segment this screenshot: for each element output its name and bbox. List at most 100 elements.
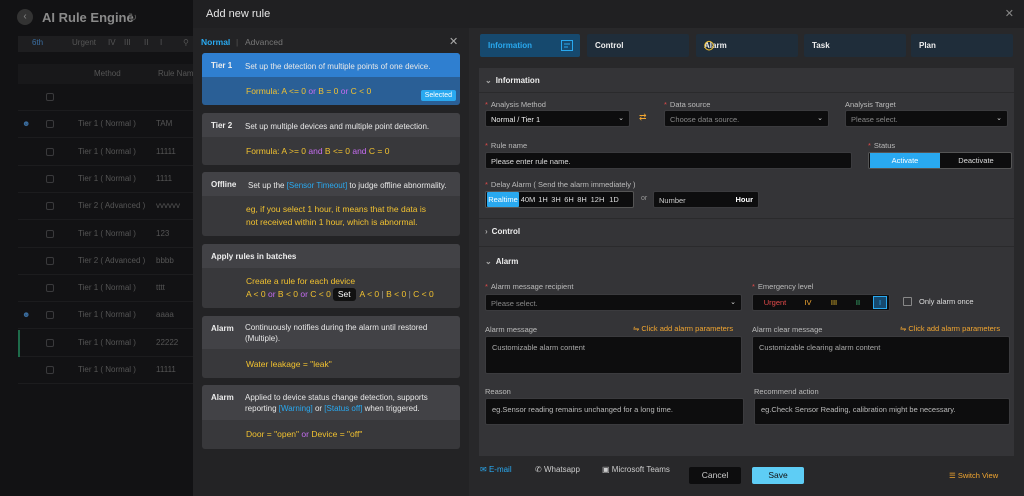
alarm-message-textarea[interactable]: Customizable alarm content: [485, 336, 742, 374]
delay-option[interactable]: 3H: [550, 192, 562, 207]
row-checkbox[interactable]: [46, 229, 54, 238]
close-icon[interactable]: ✕: [1005, 7, 1014, 20]
row-checkbox[interactable]: [46, 120, 54, 129]
row-checkbox[interactable]: [46, 338, 54, 347]
refresh-icon[interactable]: ↻: [128, 11, 137, 24]
delay-option[interactable]: 8H: [576, 192, 588, 207]
delay-option[interactable]: Realtime: [487, 192, 519, 207]
data-source-label: * Data source: [664, 100, 711, 109]
card-alarm-status[interactable]: Alarm Applied to device status change de…: [202, 385, 460, 449]
card-alarm[interactable]: Alarm Continuously notifies during the a…: [202, 316, 460, 378]
card-alarm-label: Alarm: [211, 324, 234, 333]
card-tier2[interactable]: Tier 2 Set up multiple devices and multi…: [202, 113, 460, 165]
table-row[interactable]: Tier 1 ( Normal ) 1111: [18, 166, 198, 193]
emergency-level-option[interactable]: III: [827, 295, 841, 310]
analysis-target-select[interactable]: Please select. ⌄: [845, 110, 1008, 127]
bg-level-ii[interactable]: II: [144, 38, 148, 47]
section-alarm[interactable]: ⌄ Alarm: [485, 257, 518, 266]
info-card-icon: [561, 40, 573, 51]
tab-control[interactable]: Control: [587, 34, 689, 57]
table-row[interactable]: Tier 2 ( Advanced ) vvvvvv: [18, 193, 198, 221]
recommend-action-textarea[interactable]: eg.Check Sensor Reading, calibration mig…: [754, 398, 1010, 425]
status-activate[interactable]: Activate: [870, 153, 940, 168]
section-information[interactable]: ⌄ Information: [485, 76, 540, 85]
row-method: Tier 1 ( Normal ): [78, 337, 136, 347]
group-icon: ☻: [22, 310, 31, 320]
status-deactivate[interactable]: Deactivate: [941, 153, 1011, 168]
emergency-level-option[interactable]: IV: [801, 295, 815, 310]
bg-count[interactable]: 6th: [32, 38, 43, 47]
card-tier2-formula: Formula: A >= 0 and B <= 0 and C = 0: [246, 146, 390, 156]
bg-search-icon[interactable]: ⚲: [183, 38, 189, 47]
delay-option[interactable]: 40M: [520, 192, 536, 207]
delay-or: or: [641, 195, 648, 202]
data-source-select[interactable]: Choose data source. ⌄: [664, 110, 829, 127]
channel-email[interactable]: ✉ E-mail: [480, 465, 512, 474]
save-button[interactable]: Save: [752, 467, 804, 484]
card-offline[interactable]: Offline Set up the [Sensor Timeout] to j…: [202, 172, 460, 236]
row-checkbox[interactable]: [46, 311, 54, 320]
card-tier1[interactable]: Tier 1 Set up the detection of multiple …: [202, 53, 460, 105]
tab-normal[interactable]: Normal: [201, 37, 230, 47]
table-row[interactable]: Tier 1 ( Normal ) tttt: [18, 275, 198, 303]
back-icon[interactable]: ‹: [17, 9, 33, 25]
tab-information[interactable]: Information: [480, 34, 580, 57]
delay-option[interactable]: 12H: [589, 192, 606, 207]
emergency-level-option[interactable]: I: [873, 296, 887, 309]
table-row[interactable]: [18, 84, 198, 111]
close-icon[interactable]: ✕: [449, 35, 458, 48]
emergency-level-option[interactable]: II: [851, 295, 865, 310]
row-checkbox[interactable]: [46, 93, 54, 101]
table-row[interactable]: Tier 1 ( Normal ) 11111: [18, 139, 198, 166]
analysis-method-select[interactable]: Normal / Tier 1 ⌄: [485, 110, 630, 127]
recipient-select[interactable]: Please select. ⌄: [485, 294, 742, 311]
drawer-title: Add new rule: [206, 8, 271, 20]
delay-option[interactable]: 6H: [563, 192, 575, 207]
tab-plan[interactable]: Plan: [911, 34, 1013, 57]
card-alarm-status-example: Door = "open" or Device = "off": [246, 429, 363, 439]
row-checkbox[interactable]: [46, 202, 54, 211]
emergency-level-label: * Emergency level: [752, 282, 814, 291]
table-row[interactable]: Tier 1 ( Normal ) aaaa ☻: [18, 302, 198, 330]
switch-view-link[interactable]: ☰ Switch View: [949, 471, 998, 480]
bg-level-i[interactable]: I: [160, 38, 162, 47]
table-row[interactable]: Tier 1 ( Normal ) 11111: [18, 357, 198, 384]
tab-advanced[interactable]: Advanced: [245, 37, 283, 47]
row-checkbox[interactable]: [46, 256, 54, 265]
only-once-checkbox[interactable]: [903, 297, 912, 306]
filter-icon[interactable]: ⇄: [639, 112, 647, 123]
channel-whatsapp[interactable]: ✆ Whatsapp: [535, 465, 580, 474]
card-offline-example: eg, if you select 1 hour, it means that …: [246, 204, 427, 227]
tab-task[interactable]: Task: [804, 34, 906, 57]
tab-alarm[interactable]: Alarm ◯: [696, 34, 798, 57]
delay-number-input[interactable]: Number Hour: [653, 191, 759, 208]
delay-option[interactable]: 1H: [537, 192, 549, 207]
rule-name-input[interactable]: Please enter rule name.: [485, 152, 852, 169]
row-checkbox[interactable]: [46, 174, 54, 183]
row-checkbox[interactable]: [46, 284, 54, 293]
delay-option[interactable]: 1D: [607, 192, 621, 207]
status-label: * Status: [868, 141, 896, 150]
alarm-message-params-link[interactable]: ⇋ Click add alarm parameters: [633, 324, 733, 333]
emergency-level-option[interactable]: Urgent: [757, 295, 793, 310]
rule-form-panel: Information Control Alarm ◯ Task Plan ⌄ In…: [469, 28, 1024, 496]
reason-textarea[interactable]: eg.Sensor reading remains unchanged for …: [485, 398, 744, 425]
row-rule-name: bbbb: [156, 255, 174, 265]
section-control[interactable]: › Control: [485, 227, 520, 236]
bg-level-iv[interactable]: IV: [108, 38, 116, 47]
table-row[interactable]: Tier 1 ( Normal ) 123: [18, 221, 198, 248]
table-row[interactable]: Tier 1 ( Normal ) TAM ☻: [18, 111, 198, 139]
card-tier1-formula: Formula: A <= 0 or B = 0 or C < 0: [246, 86, 372, 96]
cancel-button[interactable]: Cancel: [689, 467, 741, 484]
channel-teams[interactable]: ▣ Microsoft Teams: [602, 465, 670, 474]
alarm-clear-params-link[interactable]: ⇋ Click add alarm parameters: [900, 324, 1000, 333]
bg-urgent[interactable]: Urgent: [72, 38, 96, 47]
alarm-clear-textarea[interactable]: Customizable clearing alarm content: [752, 336, 1010, 374]
table-row[interactable]: Tier 1 ( Normal ) 22222: [18, 329, 198, 357]
row-checkbox[interactable]: [46, 366, 54, 374]
row-checkbox[interactable]: [46, 147, 54, 156]
table-row[interactable]: Tier 2 ( Advanced ) bbbb: [18, 248, 198, 275]
bg-level-iii[interactable]: III: [124, 38, 131, 47]
recommend-action-label: Recommend action: [754, 387, 819, 396]
card-batch[interactable]: Apply rules in batches Create a rule for…: [202, 244, 460, 308]
